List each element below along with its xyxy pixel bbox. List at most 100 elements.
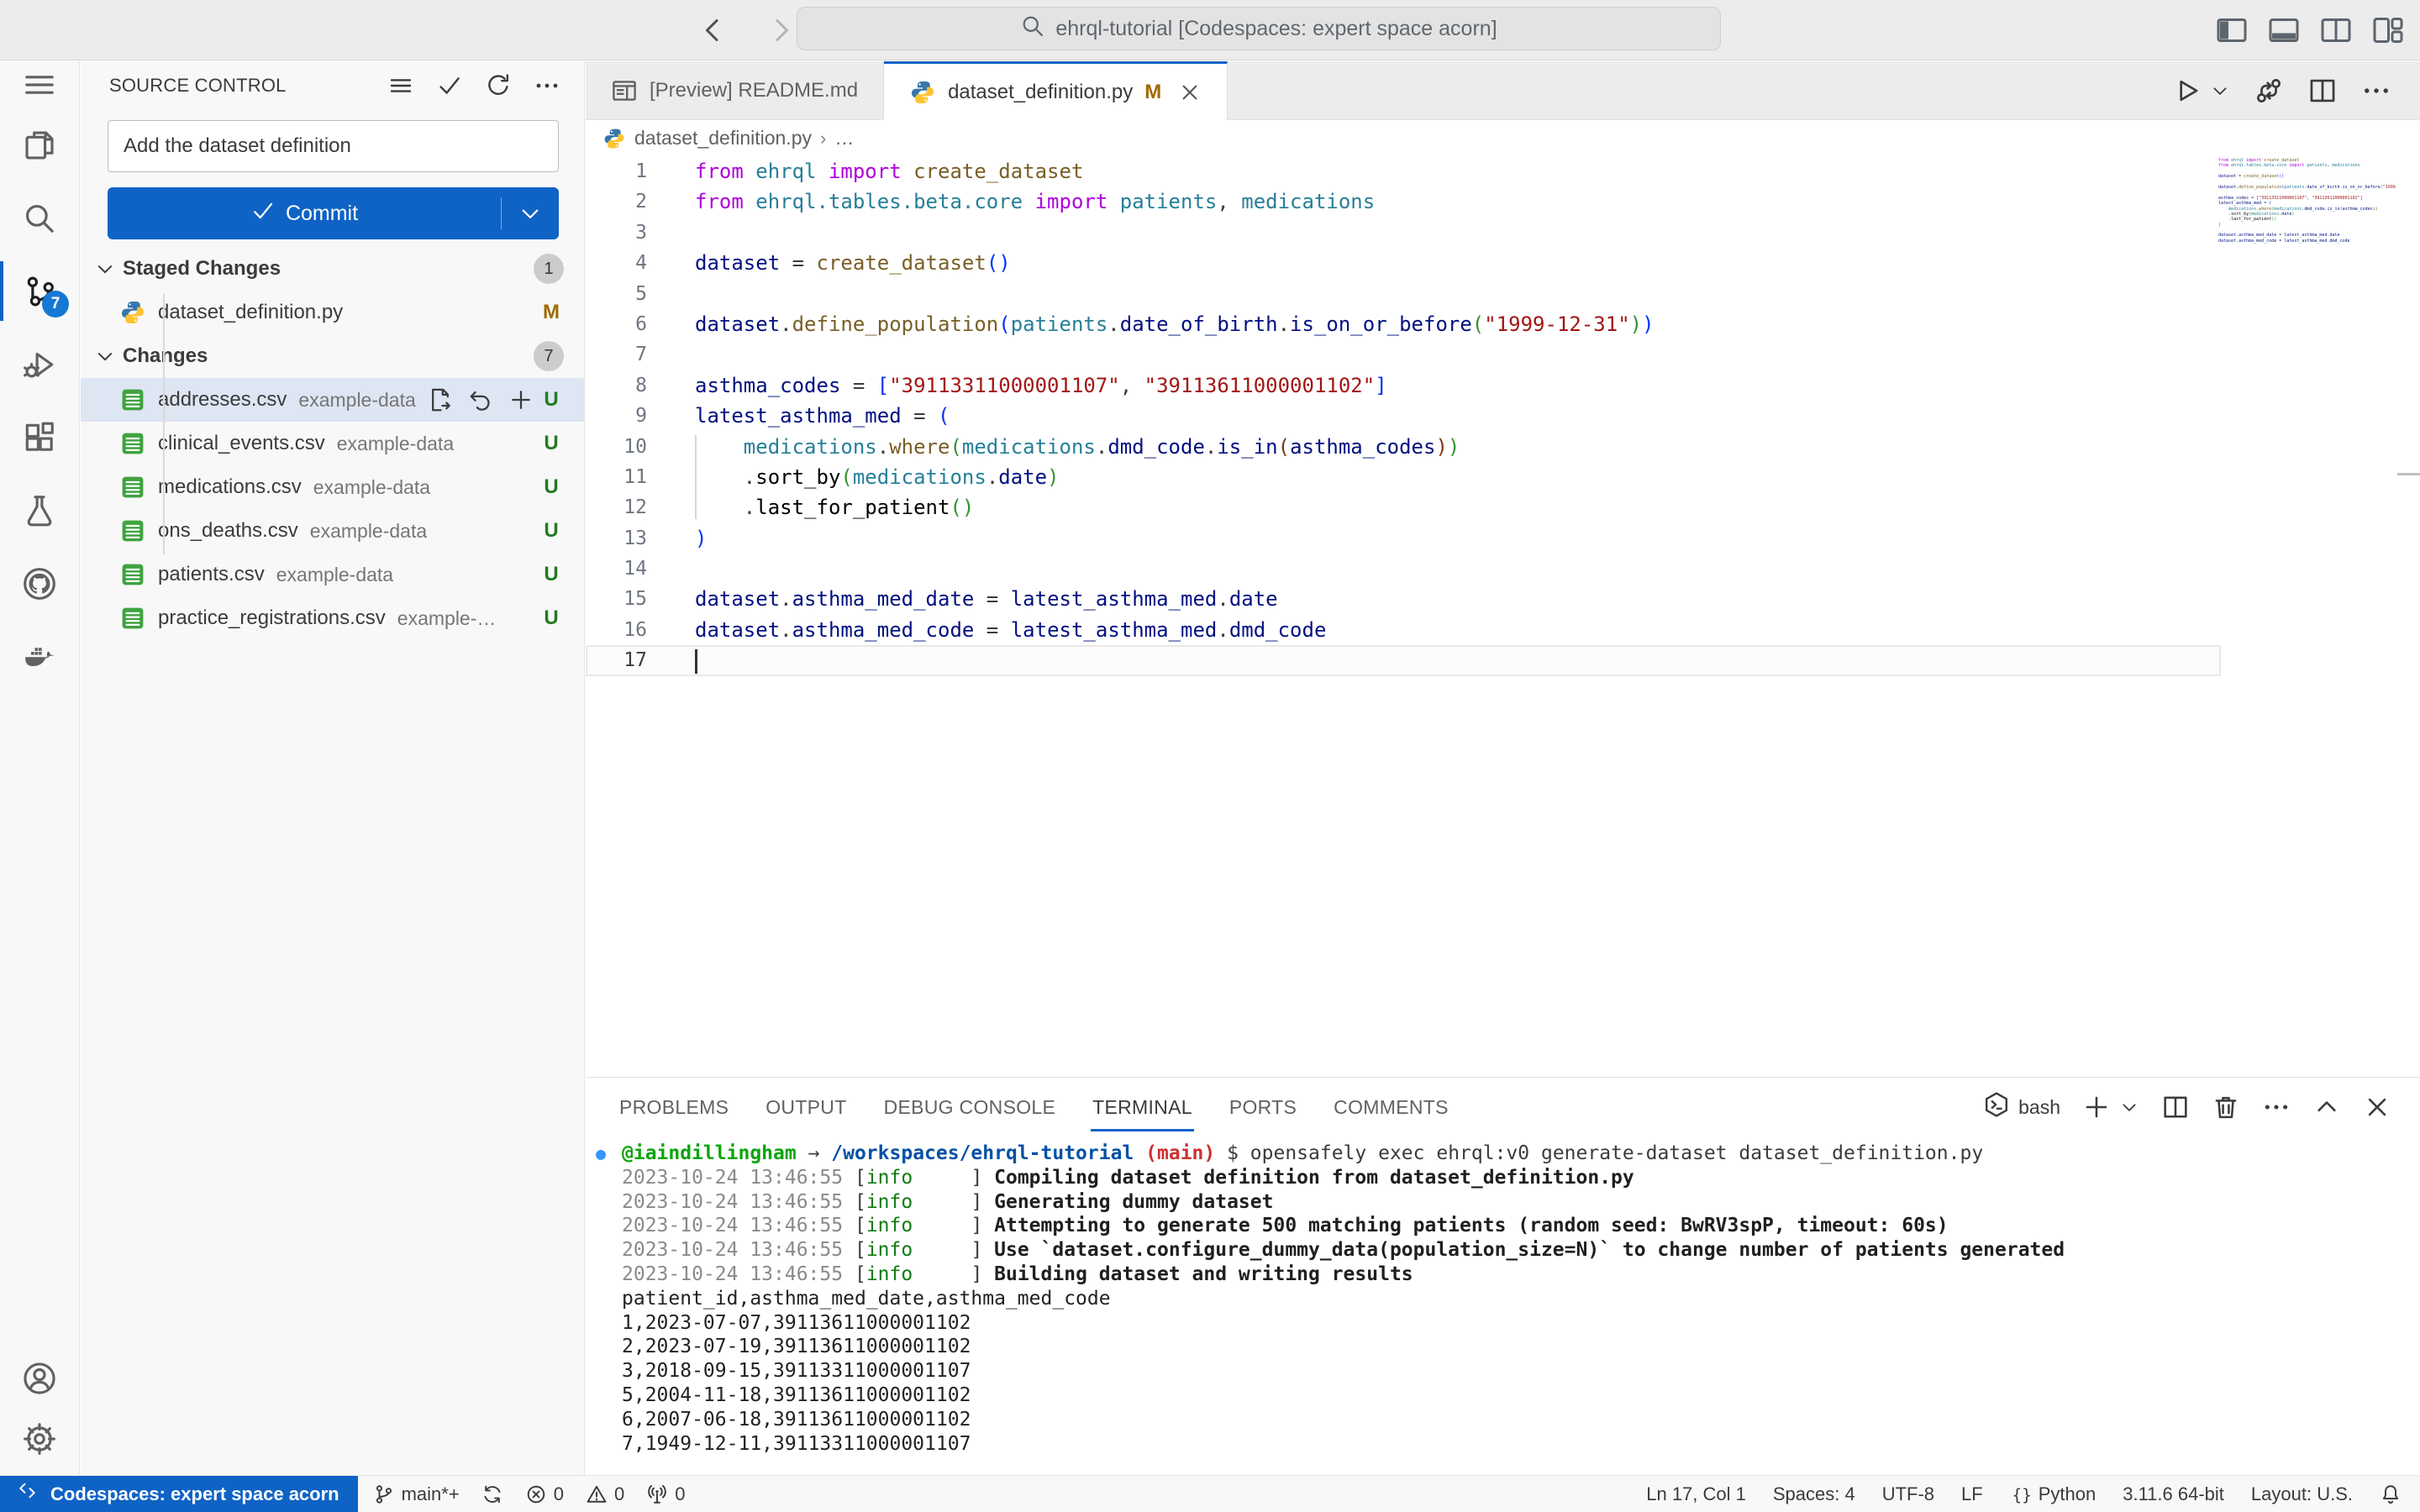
scm-file-row[interactable]: clinical_events.csv example-data U (81, 422, 584, 465)
layout-sidebar-icon[interactable] (2215, 13, 2249, 47)
panel-tab-debug-console[interactable]: DEBUG CONSOLE (865, 1078, 1075, 1137)
terminal-output[interactable]: ● @iaindillingham → /workspaces/ehrql-tut… (586, 1137, 2420, 1475)
commit-message-input[interactable] (108, 120, 559, 172)
warning-count[interactable]: 0 (586, 1483, 624, 1505)
titlebar: ehrql-tutorial [Codespaces: expert space… (0, 0, 2420, 60)
commit-dropdown[interactable] (502, 201, 559, 226)
minimap-token: from (2218, 163, 2229, 169)
editor-tab--preview-readme-md[interactable]: [Preview] README.md (586, 61, 885, 119)
layout-panel-icon[interactable] (2267, 13, 2301, 47)
trash-icon[interactable] (2212, 1093, 2240, 1121)
code-token: "39113611000001102" (1144, 373, 1376, 397)
minimap-token: "39113611000001102" (2312, 195, 2360, 201)
command-center-search[interactable]: ehrql-tutorial [Codespaces: expert space… (797, 7, 1721, 50)
minimap-token: where (2259, 206, 2272, 212)
indentation[interactable]: Spaces: 4 (1773, 1483, 1855, 1505)
sync-button[interactable] (481, 1483, 503, 1505)
branch-indicator[interactable]: main*+ (373, 1483, 460, 1505)
forward-icon[interactable] (765, 12, 798, 49)
activity-item-testing[interactable] (0, 474, 79, 547)
minimap[interactable]: from ehrql import create_dataset from ehr… (2218, 158, 2396, 249)
discard-icon[interactable] (468, 387, 493, 412)
error-icon (525, 1483, 547, 1505)
terminal-text: ] (913, 1215, 995, 1237)
chev-up-icon[interactable] (2312, 1093, 2341, 1121)
activity-item-explorer[interactable] (0, 108, 79, 181)
scm-file-row[interactable]: ons_deaths.csv example-data U (81, 509, 584, 553)
language-mode[interactable]: {} Python (2010, 1483, 2096, 1505)
minimap-token: date (2329, 233, 2340, 239)
cursor-position[interactable]: Ln 17, Col 1 (1646, 1483, 1746, 1505)
activity-item-github[interactable] (0, 547, 79, 620)
refresh-icon[interactable] (485, 72, 512, 99)
code-token: . (1095, 434, 1108, 459)
ellipsis-icon[interactable] (534, 72, 560, 99)
ports-indicator[interactable]: 0 (646, 1483, 685, 1505)
close-icon[interactable] (2363, 1093, 2391, 1121)
terminal-bash-icon (1983, 1091, 2010, 1118)
plus-icon[interactable] (2082, 1093, 2111, 1121)
scm-file-row[interactable]: patients.csv example-data U (81, 553, 584, 596)
editor-tab-dataset-definition-py[interactable]: dataset_definition.py M (884, 61, 1228, 120)
panel-tab-comments[interactable]: COMMENTS (1315, 1078, 1467, 1137)
view-list-icon[interactable] (387, 72, 414, 99)
close-icon[interactable] (1178, 81, 1202, 104)
activity-item-source-control[interactable]: 7 (0, 255, 79, 328)
terminal-text: 6,2007-06-18,39113611000001102 (622, 1408, 971, 1431)
open-file-icon[interactable] (428, 387, 453, 412)
panel-tab-terminal[interactable]: TERMINAL (1074, 1078, 1211, 1137)
scm-section-changes[interactable]: Changes 7 (81, 334, 584, 378)
terminal-instance-bash[interactable]: bash (1983, 1091, 2060, 1123)
scm-file-row[interactable]: addresses.csv example-data U (81, 378, 584, 422)
activity-item-account[interactable] (0, 1355, 79, 1402)
minimap-token: date_of_birth (2307, 184, 2340, 190)
play-icon[interactable] (2171, 76, 2202, 106)
encoding[interactable]: UTF-8 (1882, 1483, 1934, 1505)
panel-tab-output[interactable]: OUTPUT (747, 1078, 865, 1137)
code-editor[interactable]: 1 from ehrql import create_dataset 2 from e… (586, 156, 2420, 1077)
code-token: ehrql (755, 160, 817, 183)
scm-file-row[interactable]: dataset_definition.py M (81, 291, 584, 334)
terminal-text: 2023-10-24 13:46:55 (622, 1166, 855, 1189)
scm-file-row[interactable]: medications.csv example-data U (81, 465, 584, 509)
terminal-launch-dropdown-icon[interactable] (2119, 1097, 2139, 1117)
breadcrumb[interactable]: dataset_definition.py ›… (586, 120, 2420, 156)
scm-section-staged-changes[interactable]: Staged Changes 1 (81, 247, 584, 291)
plus-icon[interactable] (508, 387, 534, 412)
activity-item-menu[interactable] (0, 61, 79, 108)
back-icon[interactable] (696, 12, 729, 49)
notifications-bell[interactable] (2380, 1483, 2402, 1505)
activity-item-search[interactable] (0, 181, 79, 255)
scm-file-row[interactable]: practice_registrations.csv example-… U (81, 596, 584, 640)
layout-split-icon[interactable] (2319, 13, 2353, 47)
compare-icon[interactable] (2254, 76, 2284, 106)
eol-sequence[interactable]: LF (1961, 1483, 1983, 1505)
code-token: define_population (792, 312, 999, 336)
commit-button[interactable]: Commit (108, 187, 559, 239)
panel-tab-ports[interactable]: PORTS (1211, 1078, 1315, 1137)
run-dropdown-icon[interactable] (2210, 81, 2230, 101)
window-title: ehrql-tutorial [Codespaces: expert space… (1055, 16, 1497, 40)
code-token: create_dataset (816, 251, 986, 276)
ellipsis-icon[interactable] (2262, 1093, 2291, 1121)
line-content: from ehrql.tables.beta.core import patie… (695, 186, 1375, 217)
activity-item-extensions[interactable] (0, 401, 79, 474)
python-interpreter[interactable]: 3.11.6 64-bit (2123, 1483, 2224, 1505)
activity-item-settings[interactable] (0, 1402, 79, 1475)
minimap-line: dataset.define_population(patients.date_… (2218, 185, 2396, 190)
code-token: [ (876, 373, 890, 397)
split-icon[interactable] (2161, 1093, 2190, 1121)
activity-item-debug[interactable] (0, 328, 79, 401)
remote-indicator[interactable]: Codespaces: expert space acorn (0, 1476, 358, 1512)
terminal-line-11: 5,2004-11-18,39113611000001102 (622, 1383, 2420, 1408)
check-icon[interactable] (436, 72, 463, 99)
ellipsis-icon[interactable] (2361, 76, 2391, 106)
code-token: . (695, 465, 756, 489)
error-count[interactable]: 0 (525, 1483, 564, 1505)
activity-item-docker[interactable] (0, 620, 79, 693)
minimap-token: create_dataset (2244, 174, 2280, 180)
keyboard-layout[interactable]: Layout: U.S. (2251, 1483, 2353, 1505)
layout-custom-icon[interactable] (2371, 13, 2405, 47)
panel-tab-problems[interactable]: PROBLEMS (601, 1078, 747, 1137)
split-icon[interactable] (2307, 76, 2338, 106)
